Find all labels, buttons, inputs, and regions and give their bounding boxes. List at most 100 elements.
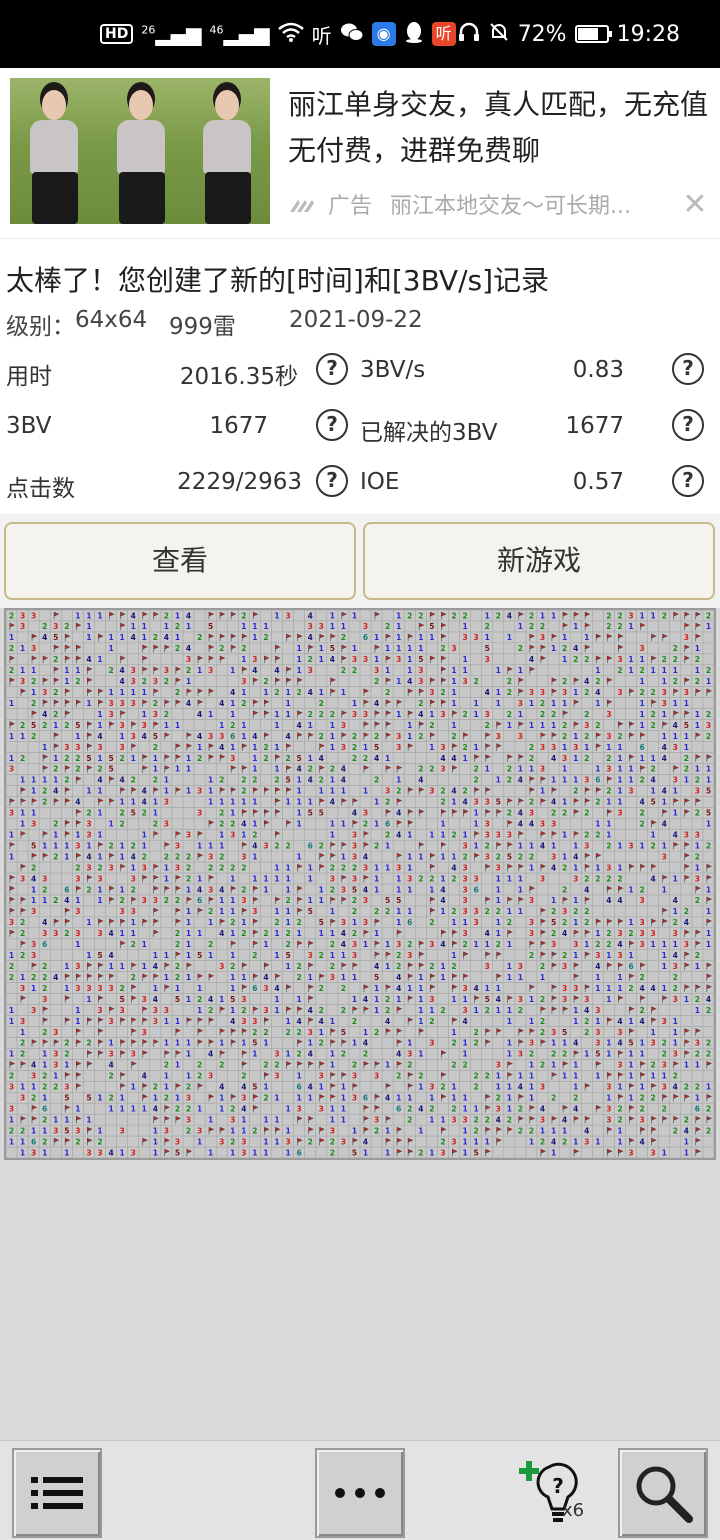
number-cell[interactable]: 4 [507,611,512,620]
number-cell[interactable]: 1 [142,622,147,631]
number-cell[interactable]: 1 [330,1017,335,1026]
number-cell[interactable]: 1 [86,918,91,927]
number-cell[interactable]: 2 [606,622,611,631]
number-cell[interactable]: 3 [673,929,678,938]
number-cell[interactable]: 4 [418,776,423,785]
number-cell[interactable]: 2 [474,1072,479,1081]
number-cell[interactable]: 4 [219,885,224,894]
number-cell[interactable]: 2 [120,809,125,818]
number-cell[interactable]: 5 [374,973,379,982]
number-cell[interactable]: 1 [429,1148,434,1157]
number-cell[interactable]: 3 [97,743,102,752]
number-cell[interactable]: 1 [241,798,246,807]
number-cell[interactable]: 1 [274,907,279,916]
number-cell[interactable]: 3 [120,1126,125,1135]
number-cell[interactable]: 2 [429,765,434,774]
number-cell[interactable]: 1 [617,841,622,850]
number-cell[interactable]: 2 [562,732,567,741]
number-cell[interactable]: 2 [341,984,346,993]
number-cell[interactable]: 1 [31,776,36,785]
number-cell[interactable]: 3 [540,633,545,642]
number-cell[interactable]: 5 [120,995,125,1004]
number-cell[interactable]: 1 [308,896,313,905]
number-cell[interactable]: 1 [651,611,656,620]
number-cell[interactable]: 1 [507,874,512,883]
number-cell[interactable]: 3 [252,907,257,916]
number-cell[interactable]: 1 [684,732,689,741]
number-cell[interactable]: 1 [374,655,379,664]
number-cell[interactable]: 3 [673,962,678,971]
number-cell[interactable]: 2 [219,809,224,818]
number-cell[interactable]: 1 [440,962,445,971]
number-cell[interactable]: 2 [363,1050,368,1059]
number-cell[interactable]: 1 [297,809,302,818]
number-cell[interactable]: 1 [120,798,125,807]
number-cell[interactable]: 4 [75,798,80,807]
number-cell[interactable]: 2 [695,951,700,960]
number-cell[interactable]: 1 [429,743,434,752]
number-cell[interactable]: 2 [9,1126,14,1135]
number-cell[interactable]: 3 [108,1017,113,1026]
number-cell[interactable]: 3 [120,1006,125,1015]
number-cell[interactable]: 3 [164,1126,169,1135]
number-cell[interactable]: 1 [297,929,302,938]
number-cell[interactable]: 3 [352,1094,357,1103]
number-cell[interactable]: 1 [153,984,158,993]
number-cell[interactable]: 3 [352,830,357,839]
number-cell[interactable]: 3 [197,1126,202,1135]
number-cell[interactable]: 2 [241,787,246,796]
number-cell[interactable]: 1 [330,1104,335,1113]
number-cell[interactable]: 1 [706,765,711,774]
number-cell[interactable]: 4 [617,1017,622,1026]
number-cell[interactable]: 3 [462,841,467,850]
number-cell[interactable]: 3 [86,984,91,993]
close-icon[interactable]: ✕ [680,190,710,220]
number-cell[interactable]: 1 [507,1104,512,1113]
number-cell[interactable]: 1 [86,951,91,960]
number-cell[interactable]: 3 [706,721,711,730]
number-cell[interactable]: 1 [164,1017,169,1026]
number-cell[interactable]: 3 [562,984,567,993]
number-cell[interactable]: 2 [175,1104,180,1113]
number-cell[interactable]: 1 [451,951,456,960]
number-cell[interactable]: 4 [241,1104,246,1113]
number-cell[interactable]: 1 [496,1072,501,1081]
number-cell[interactable]: 1 [42,1148,47,1157]
number-cell[interactable]: 3 [230,830,235,839]
number-cell[interactable]: 3 [684,688,689,697]
number-cell[interactable]: 2 [319,841,324,850]
number-cell[interactable]: 1 [639,754,644,763]
number-cell[interactable]: 3 [42,688,47,697]
number-cell[interactable]: 1 [142,710,147,719]
number-cell[interactable]: 1 [75,611,80,620]
number-cell[interactable]: 4 [440,754,445,763]
number-cell[interactable]: 1 [197,666,202,675]
number-cell[interactable]: 1 [407,1039,412,1048]
number-cell[interactable]: 2 [241,863,246,872]
number-cell[interactable]: 2 [131,885,136,894]
number-cell[interactable]: 2 [706,1104,711,1113]
number-cell[interactable]: 1 [496,885,501,894]
number-cell[interactable]: 2 [108,841,113,850]
number-cell[interactable]: 3 [241,677,246,686]
number-cell[interactable]: 1 [297,1072,302,1081]
number-cell[interactable]: 2 [551,710,556,719]
number-cell[interactable]: 3 [297,1104,302,1113]
number-cell[interactable]: 1 [562,776,567,785]
number-cell[interactable]: 1 [330,907,335,916]
number-cell[interactable]: 3 [208,1072,213,1081]
help-icon[interactable]: ? [672,353,704,385]
number-cell[interactable]: 3 [540,765,545,774]
number-cell[interactable]: 3 [31,644,36,653]
number-cell[interactable]: 1 [485,765,490,774]
number-cell[interactable]: 3 [53,1061,58,1070]
number-cell[interactable]: 3 [496,830,501,839]
number-cell[interactable]: 1 [108,644,113,653]
number-cell[interactable]: 3 [639,1115,644,1124]
number-cell[interactable]: 1 [639,841,644,850]
number-cell[interactable]: 1 [651,1072,656,1081]
number-cell[interactable]: 3 [429,1039,434,1048]
number-cell[interactable]: 3 [131,1148,136,1157]
number-cell[interactable]: 1 [131,798,136,807]
number-cell[interactable]: 1 [418,973,423,982]
